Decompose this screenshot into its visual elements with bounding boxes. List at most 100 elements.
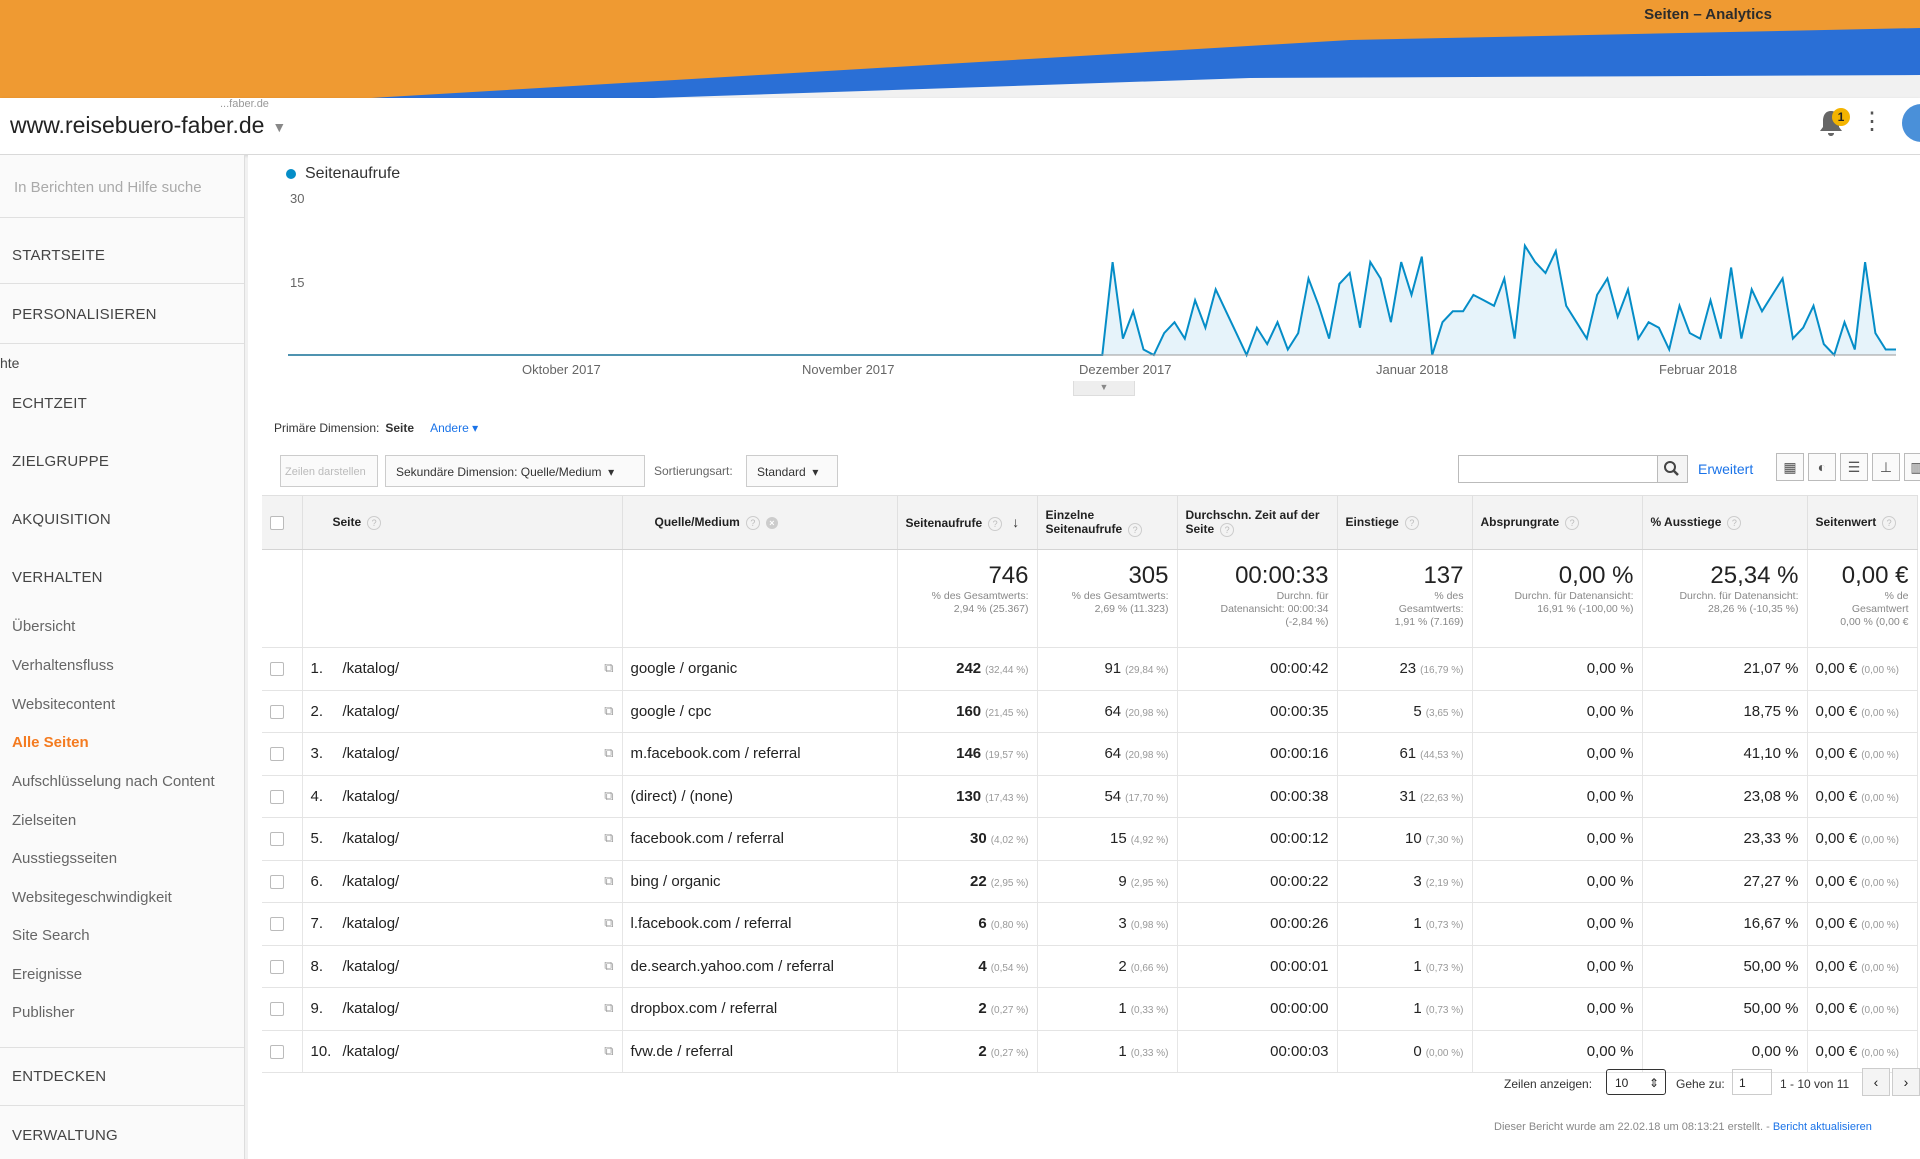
row-checkbox[interactable]: [270, 959, 284, 974]
help-icon[interactable]: ?: [1220, 522, 1235, 537]
select-all-cell[interactable]: [262, 495, 303, 550]
source-medium[interactable]: bing / organic: [631, 873, 721, 890]
page-path-link[interactable]: /katalog/: [343, 703, 400, 720]
page-path-link[interactable]: /katalog/: [343, 660, 400, 677]
page-cell[interactable]: 9. /katalog/ ⧉: [302, 987, 623, 1031]
source-medium[interactable]: facebook.com / referral: [631, 830, 784, 847]
chart-resize-handle[interactable]: ▼: [1073, 381, 1135, 396]
next-page-button[interactable]: ›: [1892, 1068, 1920, 1096]
source-medium[interactable]: de.search.yahoo.com / referral: [631, 958, 834, 975]
help-icon[interactable]: ?: [1404, 515, 1419, 530]
table-search-input[interactable]: [1458, 455, 1658, 483]
help-icon[interactable]: ?: [1128, 522, 1143, 537]
column-header-exit[interactable]: % Ausstiege?: [1642, 495, 1808, 550]
row-select-cell[interactable]: [262, 775, 303, 818]
open-link-icon[interactable]: ⧉: [604, 788, 613, 804]
sidebar-subitem-aufschluesselung[interactable]: Aufschlüsselung nach Content: [12, 773, 215, 790]
column-header-entrances[interactable]: Einstiege?: [1337, 495, 1473, 550]
page-cell[interactable]: 5. /katalog/ ⧉: [302, 817, 623, 861]
open-link-icon[interactable]: ⧉: [604, 660, 613, 676]
help-icon[interactable]: ?: [367, 515, 382, 530]
open-link-icon[interactable]: ⧉: [604, 958, 613, 974]
page-path-link[interactable]: /katalog/: [343, 830, 400, 847]
pie-view-icon[interactable]: ◐: [1808, 453, 1836, 481]
page-cell[interactable]: 1. /katalog/ ⧉: [302, 647, 623, 691]
plot-rows-button[interactable]: Zeilen darstellen: [280, 455, 378, 487]
column-header-unique[interactable]: Einzelne Seitenaufrufe?: [1037, 495, 1178, 550]
open-link-icon[interactable]: ⧉: [604, 1043, 613, 1059]
row-select-cell[interactable]: [262, 732, 303, 776]
help-icon[interactable]: ?: [988, 516, 1003, 531]
sidebar-subitem-uebersicht[interactable]: Übersicht: [12, 618, 75, 635]
row-checkbox[interactable]: [270, 789, 284, 804]
row-checkbox[interactable]: [270, 704, 284, 719]
page-path-link[interactable]: /katalog/: [343, 915, 400, 932]
row-checkbox[interactable]: [270, 874, 284, 889]
source-medium[interactable]: google / cpc: [631, 703, 712, 720]
comparison-view-icon[interactable]: ⊥: [1872, 453, 1900, 481]
page-cell[interactable]: 2. /katalog/ ⧉: [302, 690, 623, 733]
sidebar-item-verwaltung[interactable]: VERWALTUNG: [12, 1127, 118, 1144]
page-cell[interactable]: 8. /katalog/ ⧉: [302, 945, 623, 988]
search-button[interactable]: [1658, 455, 1688, 483]
sidebar-subitem-zielseiten[interactable]: Zielseiten: [12, 812, 76, 829]
page-path-link[interactable]: /katalog/: [343, 958, 400, 975]
open-link-icon[interactable]: ⧉: [604, 915, 613, 931]
source-medium[interactable]: dropbox.com / referral: [631, 1000, 778, 1017]
page-path-link[interactable]: /katalog/: [343, 745, 400, 762]
row-checkbox[interactable]: [270, 1002, 284, 1017]
sidebar-subitem-alle-seiten[interactable]: Alle Seiten: [12, 734, 89, 751]
avatar[interactable]: [1902, 104, 1920, 142]
column-header-quelle[interactable]: Quelle/Medium? ×: [622, 495, 898, 550]
row-select-cell[interactable]: [262, 987, 303, 1031]
page-path-link[interactable]: /katalog/: [343, 788, 400, 805]
primary-dimension-other[interactable]: Andere ▾: [430, 421, 478, 435]
open-link-icon[interactable]: ⧉: [604, 745, 613, 761]
sidebar-item-akquisition[interactable]: AKQUISITION: [12, 511, 111, 528]
row-select-cell[interactable]: [262, 1030, 303, 1073]
source-medium[interactable]: (direct) / (none): [631, 788, 734, 805]
sidebar-subitem-websitegeschwindigkeit[interactable]: Websitegeschwindigkeit: [12, 889, 172, 906]
sidebar-item-echtzeit[interactable]: ECHTZEIT: [12, 395, 87, 412]
sidebar-search-input[interactable]: In Berichten und Hilfe suche: [14, 179, 202, 196]
refresh-report-link[interactable]: Bericht aktualisieren: [1773, 1121, 1872, 1133]
open-link-icon[interactable]: ⧉: [604, 703, 613, 719]
pageviews-chart[interactable]: [248, 155, 1920, 385]
more-vert-icon[interactable]: ⋮: [1860, 110, 1884, 134]
row-checkbox[interactable]: [270, 1044, 284, 1059]
page-path-link[interactable]: /katalog/: [343, 1043, 400, 1060]
rows-per-page-select[interactable]: 10 ⇕: [1606, 1069, 1666, 1095]
column-header-views[interactable]: Seitenaufrufe? ↓: [897, 495, 1038, 550]
prev-page-button[interactable]: ‹: [1862, 1068, 1890, 1096]
notifications-button[interactable]: 1: [1818, 108, 1850, 142]
sidebar-item-entdecken[interactable]: ENTDECKEN: [12, 1068, 106, 1085]
help-icon[interactable]: ?: [1882, 515, 1897, 530]
row-select-cell[interactable]: [262, 860, 303, 903]
row-select-cell[interactable]: [262, 902, 303, 946]
source-medium[interactable]: l.facebook.com / referral: [631, 915, 792, 932]
primary-dimension-seite[interactable]: Seite: [385, 421, 414, 435]
page-cell[interactable]: 6. /katalog/ ⧉: [302, 860, 623, 903]
page-path-link[interactable]: /katalog/: [343, 1000, 400, 1017]
source-medium[interactable]: fvw.de / referral: [631, 1043, 734, 1060]
open-link-icon[interactable]: ⧉: [604, 830, 613, 846]
page-cell[interactable]: 3. /katalog/ ⧉: [302, 732, 623, 776]
sidebar-subitem-ereignisse[interactable]: Ereignisse: [12, 966, 82, 983]
help-icon[interactable]: ?: [1565, 515, 1580, 530]
row-checkbox[interactable]: [270, 832, 284, 847]
table-view-icon[interactable]: ▦: [1776, 453, 1804, 481]
row-checkbox[interactable]: [270, 747, 284, 762]
advanced-filter-link[interactable]: Erweitert: [1698, 461, 1753, 477]
row-select-cell[interactable]: [262, 690, 303, 733]
goto-page-input[interactable]: 1: [1732, 1069, 1772, 1095]
row-select-cell[interactable]: [262, 817, 303, 861]
column-header-value[interactable]: Seitenwert?: [1807, 495, 1918, 550]
column-header-seite[interactable]: Seite?: [302, 495, 623, 550]
help-icon[interactable]: ?: [1727, 515, 1742, 530]
sidebar-subitem-websitecontent[interactable]: Websitecontent: [12, 696, 115, 713]
source-medium[interactable]: m.facebook.com / referral: [631, 745, 801, 762]
secondary-dimension-dropdown[interactable]: Sekundäre Dimension: Quelle/Medium ▾: [385, 455, 645, 487]
sidebar-subitem-verhaltensfluss[interactable]: Verhaltensfluss: [12, 657, 114, 674]
sidebar-item-zielgruppe[interactable]: ZIELGRUPPE: [12, 453, 109, 470]
source-medium[interactable]: google / organic: [631, 660, 738, 677]
